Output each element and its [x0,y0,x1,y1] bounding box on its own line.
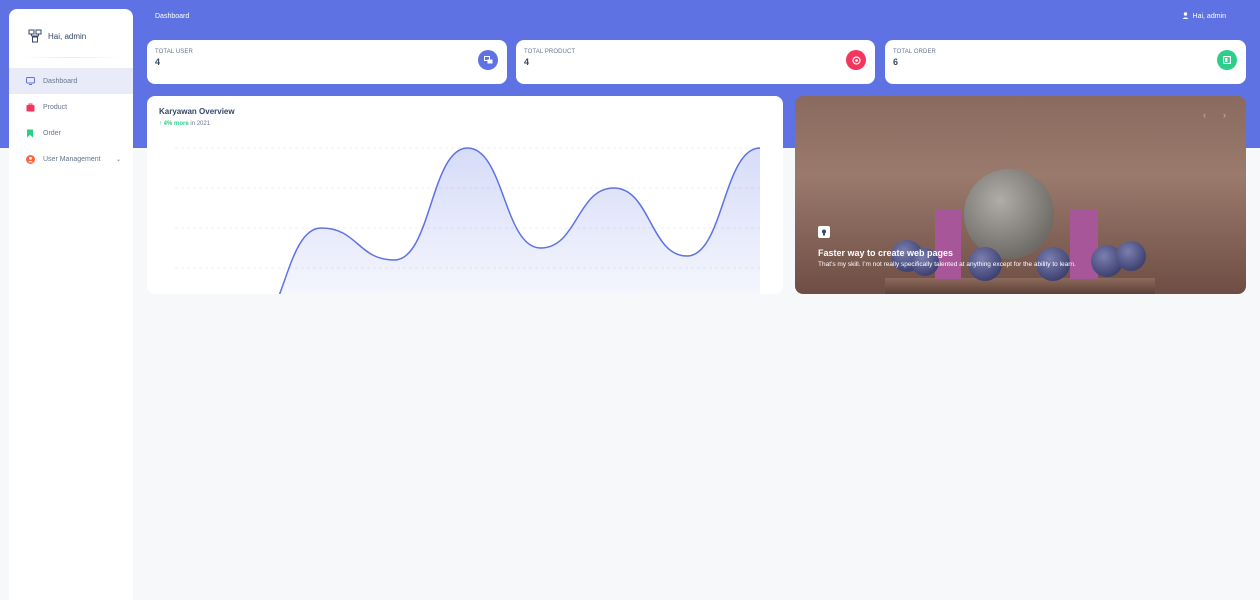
stat-card-total-product: TOTAL PRODUCT 4 [516,40,875,84]
divider [21,57,121,58]
user-name: Hai, admin [1192,13,1226,20]
series-area [279,148,760,294]
globe-icon [846,50,866,70]
stat-value: 4 [155,57,161,67]
hero-text: That’s my skill. I’m not really specific… [818,261,1076,268]
stat-card-total-order: TOTAL ORDER 6 [885,40,1246,84]
stat-label: TOTAL USER [155,49,193,55]
sidebar-item-dashboard[interactable]: Dashboard [9,68,133,94]
sidebar: Hai, admin Dashboard Product Order User … [9,9,133,600]
sidebar-item-label: Order [43,129,61,137]
carousel-prev-button[interactable]: ‹ [1203,110,1206,120]
hero-caption: Faster way to create web pages That’s my… [818,248,1076,268]
logo-icon [28,29,42,43]
sidebar-item-label: Product [43,103,68,111]
stat-label: TOTAL ORDER [893,49,936,55]
hero-carousel: ‹ › Faster way to create web pages That’… [795,96,1246,294]
users-icon [478,50,498,70]
brand[interactable]: Hai, admin [9,9,133,49]
user-menu[interactable]: Hai, admin [1182,12,1226,21]
brand-name: Hai, admin [48,31,87,41]
monitor-icon [25,76,35,86]
page-title: Dashboard [155,13,190,20]
hero-heading: Faster way to create web pages [818,248,954,258]
sidebar-item-order[interactable]: Order [9,120,133,146]
sidebar-item-product[interactable]: Product [9,94,133,120]
user-icon [1182,12,1189,21]
overview-card: Karyawan Overview ↑ 4% more in 2021 AprM… [147,96,783,294]
chevron-down-icon: ⌄ [115,156,121,163]
user-circle-icon [25,154,35,164]
bag-icon [25,102,35,112]
sidebar-item-label: Dashboard [43,77,78,85]
paper-icon [1217,50,1237,70]
line-chart: AprMayJunJulAugSepOctNovDec [175,147,761,294]
sidebar-item-label: User Management [43,155,101,163]
lightbulb-icon [818,226,830,238]
stat-value: 4 [524,57,530,67]
carousel-next-button[interactable]: › [1223,110,1226,120]
sidebar-item-user-management[interactable]: User Management ⌄ [9,146,133,172]
stat-label: TOTAL PRODUCT [524,49,576,55]
stat-card-total-user: TOTAL USER 4 [147,40,507,84]
stat-value: 6 [893,57,899,67]
bookmark-icon [25,128,35,138]
